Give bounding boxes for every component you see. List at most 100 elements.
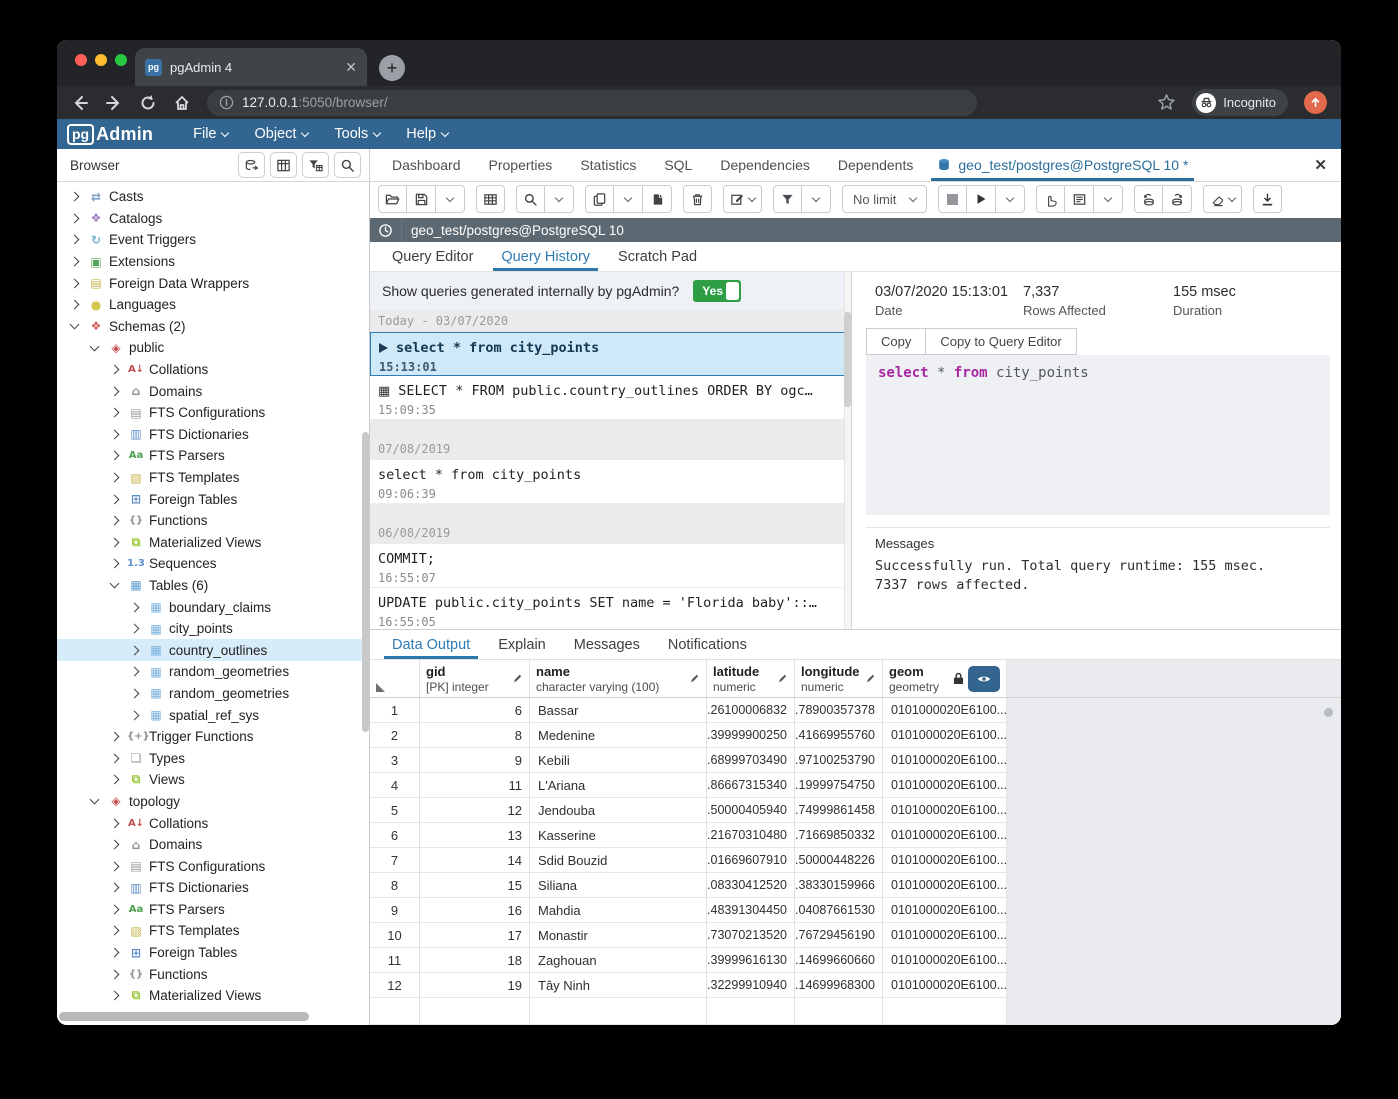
- chevron-collapsed-icon[interactable]: [110, 473, 120, 483]
- search-objects-button[interactable]: [334, 152, 361, 178]
- longitude-cell[interactable]: 0.76729456190: [795, 923, 883, 948]
- empty-cell[interactable]: [530, 998, 707, 1025]
- gid-cell[interactable]: 16: [420, 898, 530, 923]
- geom-cell[interactable]: 0101000020E6100...: [883, 823, 1007, 848]
- chevron-collapsed-icon[interactable]: [110, 926, 120, 936]
- chevron-collapsed-icon[interactable]: [130, 624, 140, 634]
- tree-vertical-scrollbar[interactable]: [362, 432, 369, 732]
- tree-item-event-triggers[interactable]: ↻Event Triggers: [57, 229, 369, 251]
- tree-item-casts[interactable]: ⇄Casts: [57, 186, 369, 208]
- gid-cell[interactable]: 12: [420, 798, 530, 823]
- chevron-collapsed-icon[interactable]: [130, 645, 140, 655]
- name-cell[interactable]: L'Ariana: [530, 773, 707, 798]
- tree-item-fts-configurations[interactable]: ▤FTS Configurations: [57, 402, 369, 424]
- select-all-corner[interactable]: [370, 660, 420, 697]
- tab-query-editor[interactable]: Query Editor: [378, 242, 487, 271]
- chevron-collapsed-icon[interactable]: [110, 559, 120, 569]
- latitude-cell[interactable]: .26100006832: [707, 698, 795, 723]
- tree-item-domains[interactable]: ⌂Domains: [57, 380, 369, 402]
- close-panel-icon[interactable]: ✕: [1314, 156, 1327, 174]
- refresh-tree-button[interactable]: [238, 152, 265, 178]
- geom-cell[interactable]: 0101000020E6100...: [883, 698, 1007, 723]
- chevron-collapsed-icon[interactable]: [110, 883, 120, 893]
- longitude-cell[interactable]: 8.97100253790: [795, 748, 883, 773]
- name-cell[interactable]: Mahdia: [530, 898, 707, 923]
- history-item[interactable]: UPDATE public.city_points SET name = 'Fl…: [370, 588, 851, 629]
- longitude-cell[interactable]: 0.41669955760: [795, 723, 883, 748]
- history-item[interactable]: select * from city_points09:06:39: [370, 460, 851, 504]
- menu-file[interactable]: File: [193, 126, 228, 142]
- tree-horizontal-scrollbar[interactable]: [59, 1012, 309, 1021]
- tab-properties[interactable]: Properties: [475, 149, 567, 181]
- tree-item-extensions[interactable]: ▣Extensions: [57, 251, 369, 273]
- edit-dropdown-button[interactable]: [723, 185, 762, 213]
- chevron-collapsed-icon[interactable]: [110, 840, 120, 850]
- latitude-cell[interactable]: .50000405940: [707, 798, 795, 823]
- gid-cell[interactable]: 19: [420, 973, 530, 998]
- empty-cell[interactable]: [795, 998, 883, 1025]
- edit-grid-button[interactable]: [476, 185, 505, 213]
- edit-pencil-icon[interactable]: [512, 673, 523, 684]
- chevron-collapsed-icon[interactable]: [110, 775, 120, 785]
- open-file-button[interactable]: [378, 185, 407, 213]
- history-item[interactable]: ▦SELECT * FROM public.country_outlines O…: [370, 376, 851, 420]
- tab-statistics[interactable]: Statistics: [566, 149, 650, 181]
- gid-cell[interactable]: 9: [420, 748, 530, 773]
- clear-dropdown-button[interactable]: [1203, 185, 1242, 213]
- latitude-cell[interactable]: .21670310480: [707, 823, 795, 848]
- commit-button[interactable]: [1134, 185, 1163, 213]
- empty-cell[interactable]: [420, 998, 530, 1025]
- name-cell[interactable]: Medenine: [530, 723, 707, 748]
- chevron-collapsed-icon[interactable]: [70, 300, 80, 310]
- chevron-collapsed-icon[interactable]: [110, 451, 120, 461]
- copy-dropdown-button[interactable]: [614, 185, 643, 213]
- longitude-cell[interactable]: 9.50000448226: [795, 848, 883, 873]
- tree-item-languages[interactable]: ●Languages: [57, 294, 369, 316]
- explain-button[interactable]: [1036, 185, 1065, 213]
- chevron-collapsed-icon[interactable]: [110, 969, 120, 979]
- chevron-collapsed-icon[interactable]: [110, 408, 120, 418]
- tree-item-materialized-views[interactable]: ⧉Materialized Views: [57, 985, 369, 1007]
- tree-item-foreign-tables[interactable]: ⊞Foreign Tables: [57, 488, 369, 510]
- tab-data-output[interactable]: Data Output: [378, 630, 484, 659]
- chevron-collapsed-icon[interactable]: [70, 192, 80, 202]
- longitude-cell[interactable]: 6.14699968300: [795, 973, 883, 998]
- geom-cell[interactable]: 0101000020E6100...: [883, 748, 1007, 773]
- chevron-collapsed-icon[interactable]: [110, 386, 120, 396]
- tab-dependents[interactable]: Dependents: [824, 149, 928, 181]
- column-header-longitude[interactable]: longitudenumeric: [795, 660, 883, 697]
- back-icon[interactable]: [71, 94, 89, 112]
- chevron-collapsed-icon[interactable]: [130, 689, 140, 699]
- tree-item-fts-configurations[interactable]: ▤FTS Configurations: [57, 855, 369, 877]
- filtered-rows-button[interactable]: [302, 152, 329, 178]
- tree-item-fts-dictionaries[interactable]: ▥FTS Dictionaries: [57, 424, 369, 446]
- longitude-cell[interactable]: 1.04087661530: [795, 898, 883, 923]
- chevron-collapsed-icon[interactable]: [130, 710, 140, 720]
- latitude-cell[interactable]: .73070213520: [707, 923, 795, 948]
- row-number-cell[interactable]: 11: [370, 948, 420, 973]
- filter-button[interactable]: [773, 185, 802, 213]
- row-number-cell[interactable]: 5: [370, 798, 420, 823]
- name-cell[interactable]: Tây Ninh: [530, 973, 707, 998]
- menu-object[interactable]: Object: [254, 126, 308, 142]
- tree-item-types[interactable]: ❏Types: [57, 747, 369, 769]
- geom-cell[interactable]: 0101000020E6100...: [883, 973, 1007, 998]
- chevron-collapsed-icon[interactable]: [110, 494, 120, 504]
- tree-item-collations[interactable]: A↓Collations: [57, 359, 369, 381]
- execute-dropdown-button[interactable]: [996, 185, 1025, 213]
- tree-item-views[interactable]: ⧉Views: [57, 769, 369, 791]
- tree-item-materialized-views[interactable]: ⧉Materialized Views: [57, 532, 369, 554]
- tab-notifications[interactable]: Notifications: [654, 630, 761, 659]
- edit-pencil-icon[interactable]: [865, 673, 876, 684]
- chevron-collapsed-icon[interactable]: [70, 278, 80, 288]
- row-number-cell[interactable]: 12: [370, 973, 420, 998]
- geom-cell[interactable]: 0101000020E6100...: [883, 798, 1007, 823]
- chevron-expanded-icon[interactable]: [90, 342, 100, 352]
- name-cell[interactable]: Kebili: [530, 748, 707, 773]
- longitude-cell[interactable]: 9.38330159966: [795, 873, 883, 898]
- latitude-cell[interactable]: .48391304450: [707, 898, 795, 923]
- chevron-collapsed-icon[interactable]: [110, 429, 120, 439]
- chevron-collapsed-icon[interactable]: [110, 537, 120, 547]
- name-cell[interactable]: Zaghouan: [530, 948, 707, 973]
- minimize-window-button[interactable]: [95, 54, 107, 66]
